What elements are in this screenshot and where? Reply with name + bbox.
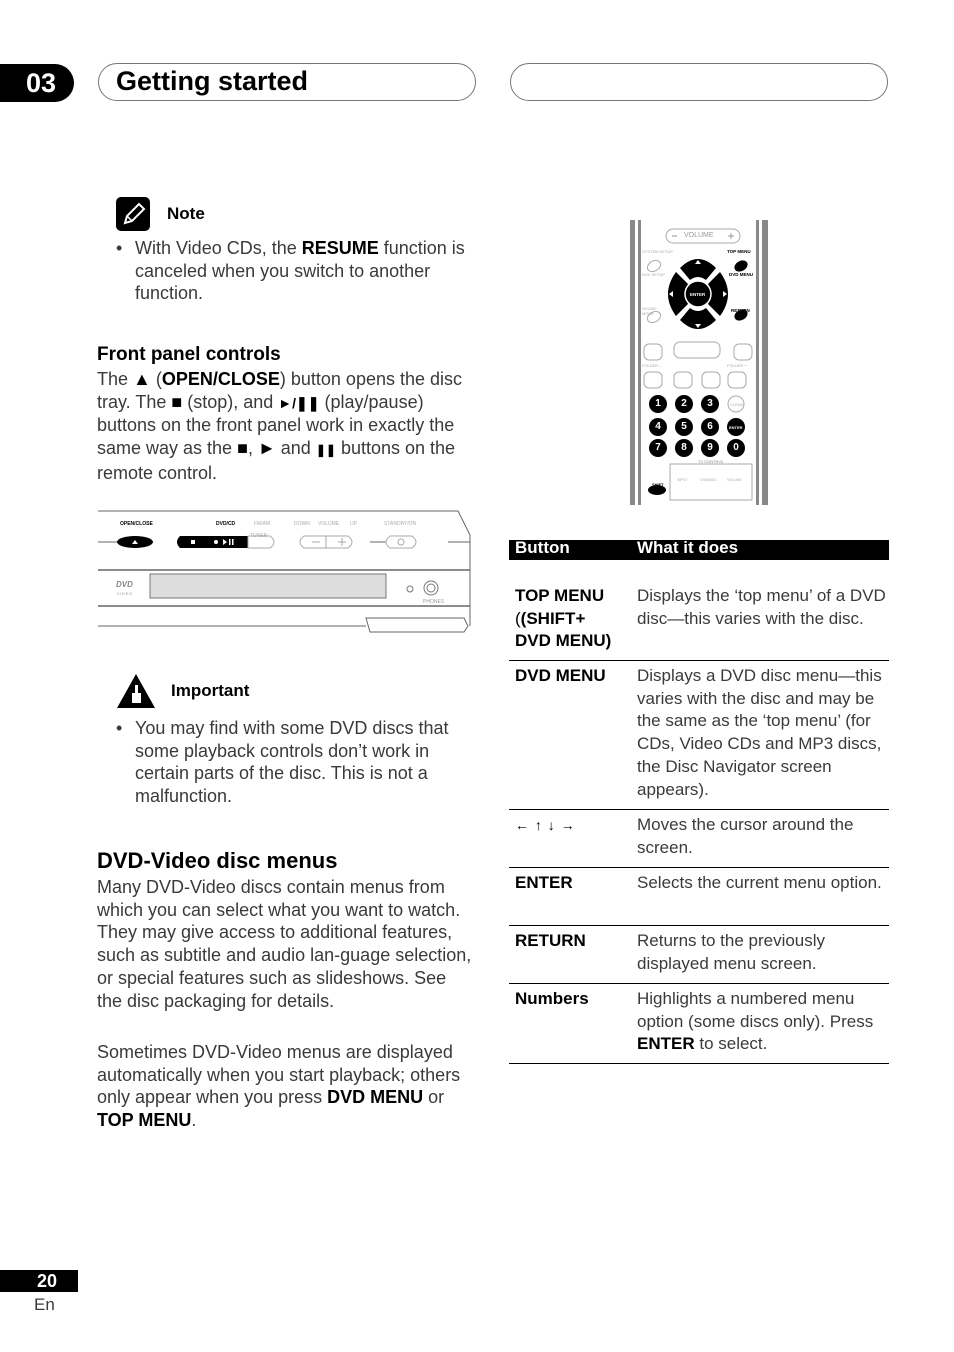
tv-control-label: TV CONTROL (698, 459, 724, 464)
table-row: RETURN Returns to the previously display… (509, 926, 889, 984)
standby-on-label: STANDBY/ON (384, 521, 417, 527)
shift-label: SHIFT (652, 482, 664, 487)
row-button-cell: ENTER (515, 873, 573, 892)
row-button-cell: RETURN (515, 931, 586, 950)
front-panel-heading: Front panel controls (97, 344, 281, 365)
hand-warning-icon (116, 673, 156, 709)
important-bullet: • You may find with some DVD discs that s… (116, 718, 449, 807)
row-description-cell: Displays a DVD disc menu—this varies wit… (637, 666, 882, 799)
row-description-cell: Returns to the previously displayed menu… (637, 931, 826, 973)
volume-label: VOLUME (318, 521, 340, 527)
remote-number-key: 2 (675, 395, 693, 413)
dvd-menu-label: DVD MENU (729, 272, 754, 277)
remote-volume-label: VOLUME (684, 232, 714, 239)
remote-number-key: 0 (727, 439, 745, 457)
system-setup-label: SYSTEM SETUP (642, 249, 673, 254)
front-panel-illustration: OPEN/CLOSE DVD/CD FM/AM TUNER DOWN VOLUM… (98, 510, 472, 635)
row-description-cell: Selects the current menu option. (637, 873, 882, 892)
note-bullet: • With Video CDs, the RESUME function is … (116, 238, 465, 304)
enter-small-label: ENTER (729, 425, 743, 430)
dvd-cd-label: DVD/CD (216, 521, 236, 527)
dvd-video-logo-text: VIDEO (117, 592, 133, 596)
down-label: DOWN (294, 521, 310, 527)
note-heading: Note (167, 204, 205, 223)
table-row: ← ↑ ↓ → Moves the cursor around the scre… (509, 810, 889, 868)
play-icon: ► (257, 438, 276, 459)
remote-number-key: 6 (701, 418, 719, 436)
row-description-cell: Moves the cursor around the screen. (637, 815, 854, 857)
column-header-button: Button (515, 538, 570, 557)
dvd-menus-paragraph-2: Sometimes DVD-Video menus are displayed … (97, 1042, 461, 1131)
table-row: DVD MENU Displays a DVD disc menu—this v… (509, 661, 889, 810)
chapter-number-tab: 03 (0, 64, 74, 102)
chapter-title: Getting started (116, 66, 309, 96)
folder-plus-label: FOLDER + (727, 363, 747, 368)
stop-icon: ■ (171, 391, 183, 412)
remote-number-key: 8 (675, 439, 693, 457)
sound-mode-label: SOUND MODE (642, 306, 657, 316)
row-button-cell: TOP MENU ((SHIFT+ DVD MENU) (515, 586, 612, 651)
page-language: En (34, 1295, 55, 1314)
up-label: UP (350, 521, 357, 527)
return-label: RETURN (731, 308, 750, 313)
remote-number-key: 9 (701, 439, 719, 457)
table-row: ENTER Selects the current menu option. (509, 868, 889, 926)
clear-label: CLEAR (730, 402, 744, 407)
dvd-setup-label: DVD SETUP (642, 272, 665, 277)
pencil-note-icon (116, 197, 150, 231)
header-empty-box (510, 63, 888, 101)
table-row: Numbers Highlights a numbered menu optio… (509, 984, 889, 1064)
top-menu-label: TOP MENU (727, 249, 751, 254)
dvd-logo: DVD (116, 580, 133, 589)
important-heading: Important (171, 681, 250, 700)
tv-input-label: INPUT (677, 478, 688, 482)
dvd-menus-heading: DVD-Video disc menus (97, 848, 338, 873)
remote-number-key: 3 (701, 395, 719, 413)
row-button-cell: DVD MENU (515, 666, 606, 685)
chapter-title-box: Getting started (98, 63, 476, 101)
pause-icon: ❚❚ (315, 443, 336, 458)
enter-button-label: ENTER (690, 292, 706, 297)
page-number: 20 (0, 1270, 78, 1292)
tv-channel-label: CHANNEL (700, 478, 717, 482)
dvd-menus-paragraph-1: Many DVD-Video discs contain menus from … (97, 877, 472, 1011)
phones-label: PHONES (423, 599, 445, 605)
remote-number-key: 7 (649, 439, 667, 457)
fm-am-label: FM/AM (254, 521, 271, 527)
stop-icon: ■ (237, 438, 248, 459)
tuner-label: TUNER (250, 533, 268, 539)
front-panel-paragraph: The ▲ (OPEN/CLOSE) button opens the disc… (97, 369, 463, 483)
open-close-label: OPEN/CLOSE (120, 521, 153, 527)
button-function-table: Button What it does TOP MENU ((SHIFT+ DV… (509, 538, 889, 1064)
remote-control-illustration: VOLUME SYSTEM SETUP DVD SETUP TOP MENU D… (630, 220, 768, 505)
table-row: TOP MENU ((SHIFT+ DVD MENU) Displays the… (509, 560, 889, 661)
remote-number-key: 1 (649, 395, 667, 413)
column-header-what-it-does: What it does (637, 538, 739, 557)
play-pause-icon: ►/❚❚ (278, 394, 320, 411)
row-description-cell: Displays the ‘top menu’ of a DVD disc—th… (637, 586, 886, 628)
tv-volume-label: VOLUME (727, 478, 742, 482)
folder-minus-label: FOLDER – (642, 363, 662, 368)
remote-number-key: 5 (675, 418, 693, 436)
remote-number-key: 4 (649, 418, 667, 436)
table-header: Button What it does (509, 538, 889, 560)
eject-icon: ▲ (133, 369, 151, 389)
row-description-cell: Highlights a numbered menu option (some … (637, 989, 874, 1054)
row-button-cell: Numbers (515, 989, 589, 1008)
arrow-keys-icon: ← ↑ ↓ → (515, 817, 576, 833)
